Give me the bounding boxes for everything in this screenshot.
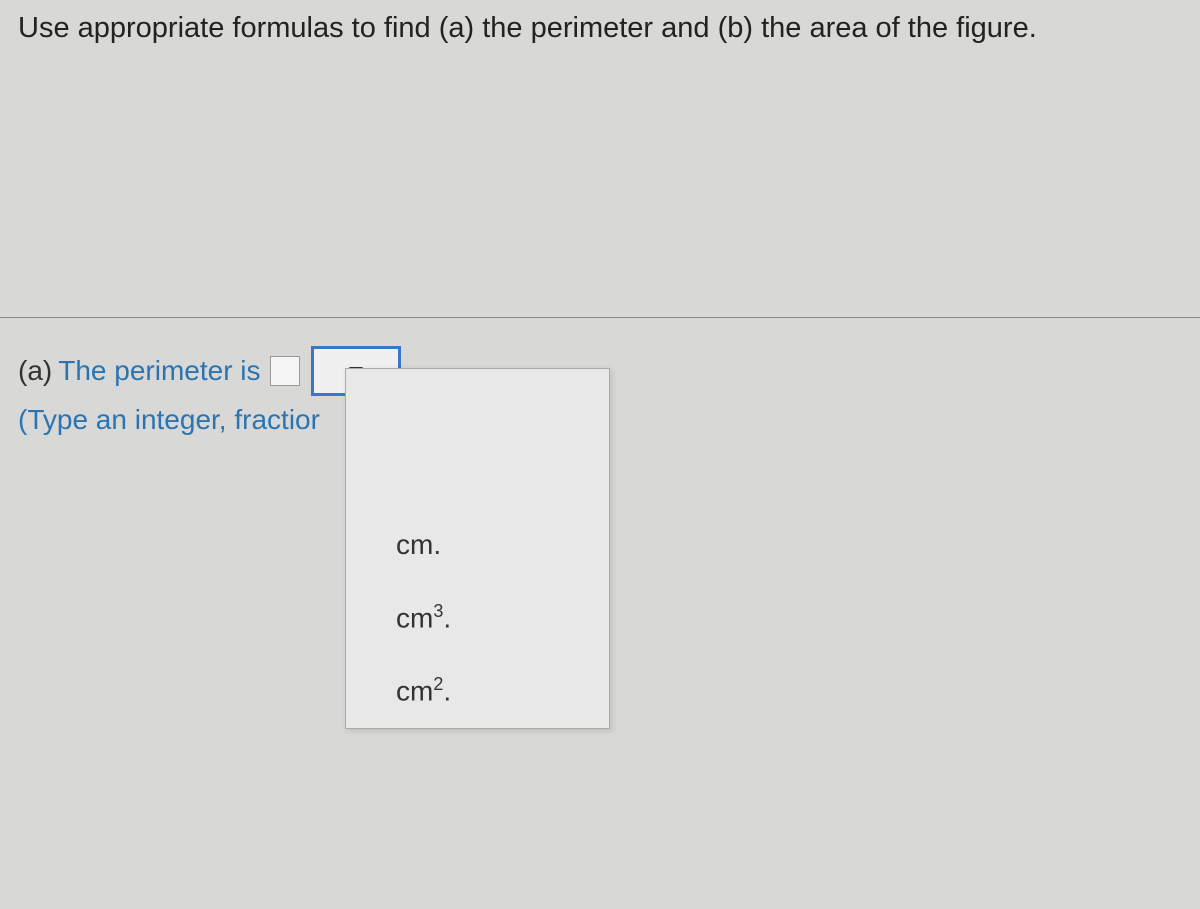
question-text: Use appropriate formulas to find (a) the…	[0, 0, 1200, 57]
dropdown-option-cm3[interactable]: cm3.	[346, 581, 609, 654]
perimeter-input[interactable]	[270, 356, 300, 386]
answer-section: (a) The perimeter is (Type an integer, f…	[0, 318, 1200, 464]
dropdown-option-cm[interactable]: cm.	[346, 509, 609, 581]
unit-dropdown-panel: cm. cm3. cm2.	[345, 368, 610, 729]
dropdown-option-cm2[interactable]: cm2.	[346, 654, 609, 727]
part-label: (a)	[18, 355, 52, 387]
perimeter-statement: The perimeter is	[58, 355, 260, 387]
